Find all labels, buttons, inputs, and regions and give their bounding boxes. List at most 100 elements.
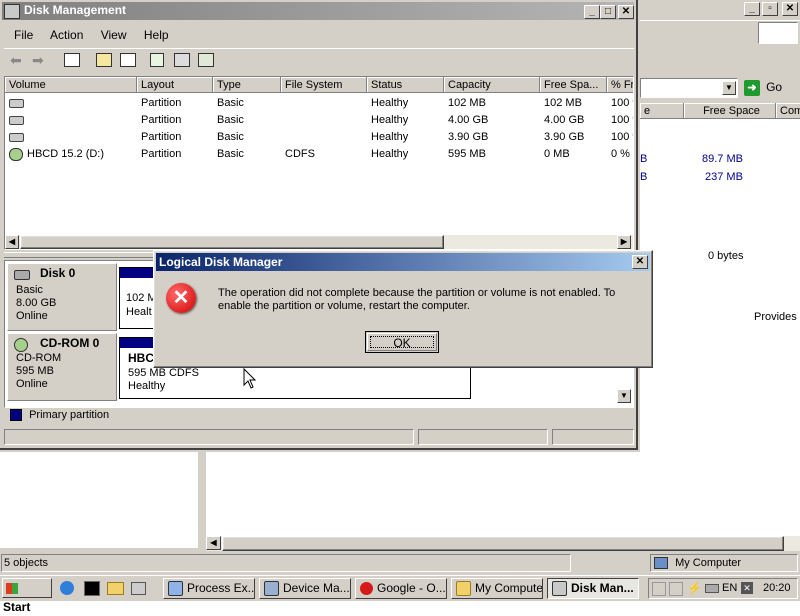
cdrom0-name: CD-ROM 0 bbox=[40, 336, 100, 350]
col-capacity[interactable]: Capacity bbox=[444, 77, 540, 93]
tray-blank-icon[interactable] bbox=[669, 582, 683, 596]
task-google-opera[interactable]: Google - O... bbox=[355, 578, 447, 599]
menu-help[interactable]: Help bbox=[144, 28, 169, 42]
bg-cell: 0 bytes bbox=[708, 250, 744, 262]
task-disk-management[interactable]: Disk Man... bbox=[547, 578, 639, 599]
rescan-icon[interactable] bbox=[198, 53, 214, 67]
col-type[interactable]: Type bbox=[213, 77, 281, 93]
cdrom0-part-size: 595 MB CDFS bbox=[128, 367, 199, 379]
drive-icon bbox=[9, 116, 24, 125]
drive-icon bbox=[9, 133, 24, 142]
task-my-computer[interactable]: My Computer bbox=[451, 578, 543, 599]
bg-minimize-button[interactable]: _ bbox=[744, 2, 760, 16]
go-button[interactable]: ➜ Go bbox=[744, 79, 794, 96]
bg-col-header[interactable]: e bbox=[640, 103, 684, 119]
volume-hscrollbar[interactable]: ◀ ▶ bbox=[5, 235, 633, 249]
cdrom0-label-panel[interactable]: CD-ROM 0 CD-ROM 595 MB Online bbox=[7, 333, 117, 401]
col-file-system[interactable]: File System bbox=[281, 77, 367, 93]
forward-arrow-icon[interactable]: ➡ bbox=[32, 52, 44, 69]
volume-row[interactable]: Partition Basic Healthy 4.00 GB 4.00 GB … bbox=[5, 112, 633, 129]
scroll-down-icon[interactable]: ▼ bbox=[617, 389, 631, 403]
col-status[interactable]: Status bbox=[367, 77, 444, 93]
bg-hscrollbar[interactable]: ◀ bbox=[206, 536, 800, 551]
ok-button[interactable]: OK bbox=[365, 331, 439, 353]
scroll-right-icon[interactable]: ▶ bbox=[617, 235, 631, 249]
dm-maximize-button[interactable]: □ bbox=[600, 5, 616, 19]
volume-muted-icon[interactable]: ✕ bbox=[741, 582, 753, 594]
vol-capacity: 595 MB bbox=[448, 148, 486, 160]
dm-title-bar[interactable]: Disk Management _ □ ✕ bbox=[2, 2, 634, 20]
dialog-title-bar[interactable]: Logical Disk Manager ✕ bbox=[156, 253, 650, 271]
my-computer-folder-icon bbox=[456, 581, 471, 597]
vol-type: Basic bbox=[217, 148, 244, 160]
bg-col-header[interactable]: Free Space bbox=[684, 103, 776, 119]
dialog-title: Logical Disk Manager bbox=[159, 255, 283, 269]
system-tray: ⚡ EN ✕ 20:20 bbox=[648, 578, 798, 599]
bg-search-box[interactable] bbox=[758, 22, 798, 44]
address-dropdown-icon[interactable]: ▼ bbox=[722, 81, 736, 95]
clock[interactable]: 20:20 bbox=[763, 582, 791, 594]
cmd-icon[interactable] bbox=[84, 581, 100, 596]
bg-cell: 237 MB bbox=[705, 171, 743, 183]
task-process-explorer[interactable]: Process Ex... bbox=[163, 578, 255, 599]
scroll-thumb[interactable] bbox=[222, 536, 784, 551]
ie-icon[interactable] bbox=[60, 581, 74, 595]
dm-menu-bar: File Action View Help bbox=[14, 28, 183, 42]
vol-pct: 0 % bbox=[611, 148, 630, 160]
volume-row[interactable]: HBCD 15.2 (D:) Partition Basic CDFS Heal… bbox=[5, 146, 633, 163]
scroll-thumb[interactable] bbox=[20, 235, 444, 249]
volume-row[interactable]: Partition Basic Healthy 102 MB 102 MB 10… bbox=[5, 95, 633, 112]
bg-close-button[interactable]: ✕ bbox=[782, 2, 798, 16]
show-hide-tree-icon[interactable] bbox=[64, 53, 80, 67]
vol-status: Healthy bbox=[371, 97, 409, 109]
tray-blank-icon[interactable] bbox=[652, 582, 666, 596]
task-label: My Computer bbox=[475, 581, 543, 595]
bg-cell: 89.7 MB bbox=[702, 153, 743, 165]
col-free-space[interactable]: Free Spa... bbox=[540, 77, 607, 93]
bg-cell: Provides bbox=[754, 311, 797, 323]
vol-free: 3.90 GB bbox=[544, 131, 585, 143]
bg-right-pane bbox=[206, 452, 800, 536]
help-icon[interactable] bbox=[120, 53, 136, 67]
cd-drive-icon bbox=[9, 148, 23, 161]
back-arrow-icon[interactable]: ⬅ bbox=[10, 52, 22, 69]
disk0-label-panel[interactable]: Disk 0 Basic 8.00 GB Online bbox=[7, 263, 117, 331]
drive-icon[interactable] bbox=[131, 582, 146, 595]
dm-minimize-button[interactable]: _ bbox=[584, 5, 600, 19]
safely-remove-icon[interactable] bbox=[705, 584, 719, 593]
vol-layout: Partition bbox=[141, 114, 182, 126]
disk0-size: 8.00 GB bbox=[16, 297, 57, 309]
start-button[interactable]: Start bbox=[2, 578, 52, 614]
scroll-left-icon[interactable]: ◀ bbox=[5, 235, 19, 249]
properties-icon[interactable] bbox=[96, 53, 112, 67]
menu-action[interactable]: Action bbox=[50, 28, 83, 42]
bg-col-header[interactable]: Comment bbox=[776, 103, 800, 119]
menu-view[interactable]: View bbox=[101, 28, 127, 42]
bg-maximize-button[interactable]: ▫ bbox=[762, 2, 778, 16]
settings-icon[interactable] bbox=[174, 53, 190, 67]
col-volume[interactable]: Volume bbox=[5, 77, 137, 93]
task-device-manager[interactable]: Device Ma... bbox=[259, 578, 351, 599]
dm-close-button[interactable]: ✕ bbox=[618, 5, 634, 19]
col-layout[interactable]: Layout bbox=[137, 77, 213, 93]
disk0-part-size: 102 M bbox=[126, 292, 157, 304]
dialog-close-button[interactable]: ✕ bbox=[632, 255, 648, 269]
bg-list-header: e Free Space Comment bbox=[640, 103, 800, 120]
volume-row[interactable]: Partition Basic Healthy 3.90 GB 3.90 GB … bbox=[5, 129, 633, 146]
tray-lang[interactable]: EN bbox=[722, 582, 737, 594]
opera-icon bbox=[360, 582, 373, 596]
refresh-icon[interactable] bbox=[150, 53, 164, 67]
vol-status: Healthy bbox=[371, 131, 409, 143]
network-icon[interactable]: ⚡ bbox=[687, 581, 702, 595]
vol-status: Healthy bbox=[371, 148, 409, 160]
address-combo[interactable]: ▼ bbox=[640, 78, 738, 98]
folder-icon[interactable] bbox=[107, 582, 124, 595]
vol-capacity: 102 MB bbox=[448, 97, 486, 109]
cdrom0-part-status: Healthy bbox=[128, 380, 166, 392]
volume-list: Volume Layout Type File System Status Ca… bbox=[4, 76, 634, 250]
col-percent-free[interactable]: % Fre bbox=[607, 77, 633, 93]
dm-title: Disk Management bbox=[24, 3, 127, 17]
vol-layout: Partition bbox=[141, 148, 182, 160]
menu-file[interactable]: File bbox=[14, 28, 33, 42]
scroll-left-icon[interactable]: ◀ bbox=[206, 536, 221, 550]
